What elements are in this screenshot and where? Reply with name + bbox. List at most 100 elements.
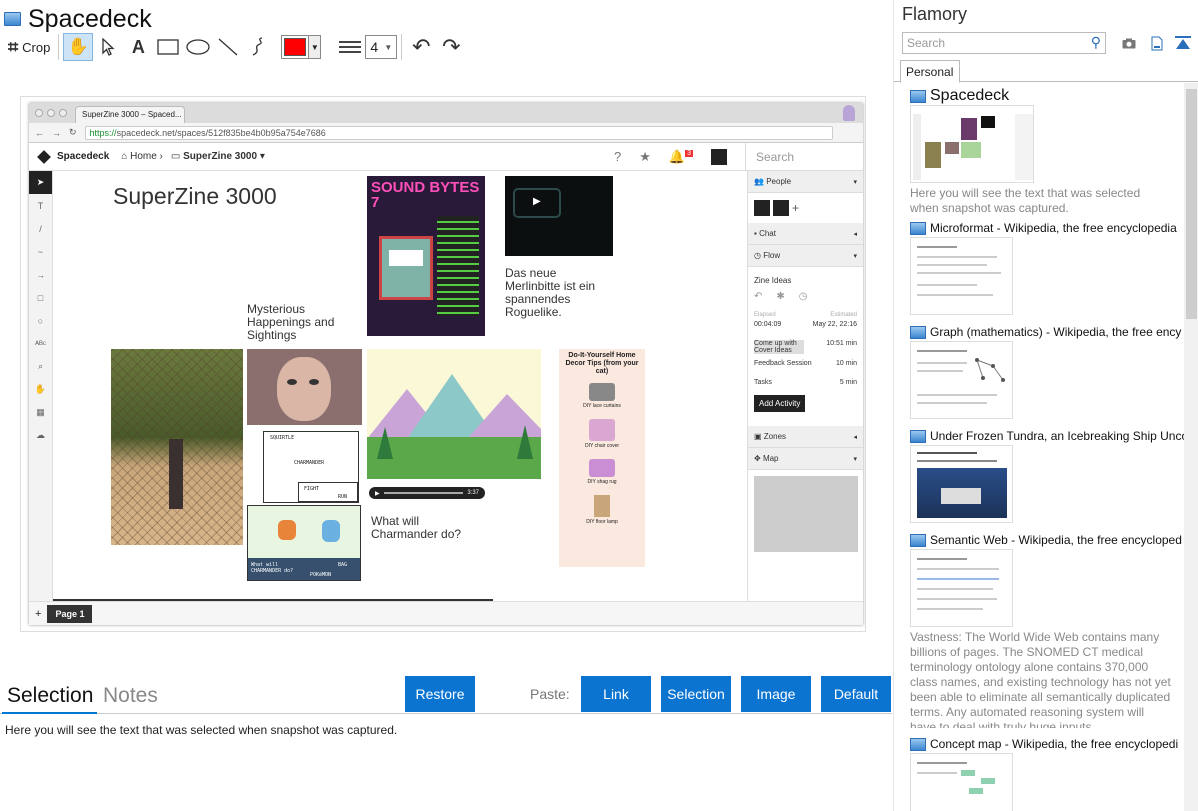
user-avatar-icon <box>843 105 855 121</box>
collapse-top-icon[interactable] <box>1174 34 1192 52</box>
rectangle-icon <box>157 39 179 55</box>
pointer-tool-button[interactable] <box>93 33 123 61</box>
play-icon: ▶ <box>375 490 380 497</box>
line-tool-button[interactable] <box>213 33 243 61</box>
snapshot-thumbnail <box>910 445 1013 523</box>
video-thumbnail: ▶ <box>505 176 613 256</box>
text-merlin: Das neue Merlinbitte ist ein spannendes … <box>505 266 596 319</box>
browser-tab-strip: SuperZine 3000 – Spaced... <box>29 103 863 123</box>
spacedeck-logo-icon <box>37 149 51 164</box>
tab-selection[interactable]: Selection <box>7 684 93 708</box>
snapshot-thumbnail <box>910 753 1013 811</box>
snapshot-title: Spacedeck <box>28 4 152 33</box>
snapshot-thumbnail <box>910 105 1034 183</box>
document-icon[interactable] <box>1148 34 1166 52</box>
tab-notes[interactable]: Notes <box>103 684 158 708</box>
map-icon: ✥ <box>754 454 761 463</box>
snapshot-thumbnail <box>910 549 1013 627</box>
snapshot-list-item[interactable]: Concept map - Wikipedia, the free encycl… <box>910 737 1184 811</box>
page-icon <box>910 221 926 235</box>
paste-label: Paste: <box>530 686 570 702</box>
item-title: Spacedeck <box>930 87 1010 104</box>
zones-icon: ▣ <box>754 432 762 441</box>
page-tab: Page 1 <box>47 604 93 623</box>
panel-flow-header: ◷ Flow ▾ <box>748 245 863 267</box>
grid-tool-icon: ▦ <box>36 407 45 417</box>
paste-default-button[interactable]: Default <box>821 676 891 712</box>
restore-button[interactable]: Restore <box>405 676 475 712</box>
snapshot-list-item[interactable]: Graph (mathematics) - Wikipedia, the fre… <box>910 325 1184 419</box>
page-icon <box>910 89 926 103</box>
hand-tool-button[interactable]: ✋ <box>63 33 94 61</box>
snapshot-list-item[interactable]: Semantic Web - Wikipedia, the free encyc… <box>910 533 1184 728</box>
paste-image-button[interactable]: Image <box>741 676 811 712</box>
paste-selection-button[interactable]: Selection <box>661 676 731 712</box>
url-path: spacedeck.net/spaces/512f835be4b0b95a754… <box>116 127 326 138</box>
paste-link-button[interactable]: Link <box>581 676 651 712</box>
play-icon: ▶ <box>533 196 541 207</box>
minimap <box>754 476 858 552</box>
breadcrumb-home: ⌂ Home › <box>121 151 163 162</box>
selection-notes-bar: Selection Notes Restore Paste: Link Sele… <box>0 676 892 714</box>
crop-button[interactable]: ⌗ Crop <box>4 35 54 60</box>
star-icon: ★ <box>639 148 651 164</box>
people-icon: 👥 <box>754 177 764 186</box>
snapshot-list-scrollbar[interactable] <box>1184 83 1198 811</box>
pokemon-screen-2: What will CHARMANDER do? BAG POKéMON <box>247 505 361 581</box>
scribble-tool-icon: ~ <box>37 246 44 257</box>
annotation-toolbar: ⌗ Crop ✋ A ▼ 4 ▼ ↶ ↷ <box>4 32 484 62</box>
rectangle-tool-button[interactable] <box>153 33 183 61</box>
camera-icon[interactable] <box>1120 34 1138 52</box>
back-icon: ← <box>35 127 44 138</box>
snapshot-thumbnail <box>910 237 1013 315</box>
flamory-window: Spacedeck ⌗ Crop ✋ A ▼ 4 ▼ ↶ ↷ SuperZine… <box>0 0 1198 811</box>
page-icon <box>910 429 926 443</box>
tab-personal[interactable]: Personal <box>900 60 960 83</box>
add-page-icon: + <box>35 607 42 620</box>
panel-map-header: ✥ Map ▾ <box>748 448 863 470</box>
url-field: https://spacedeck.net/spaces/512f835be4b… <box>84 125 833 140</box>
undo-button[interactable]: ↶ <box>406 33 436 61</box>
selection-text[interactable]: Here you will see the text that was sele… <box>5 723 397 737</box>
scrollbar-thumb[interactable] <box>1186 89 1197 319</box>
line-width-select[interactable]: 4 ▼ <box>365 35 398 59</box>
flamory-tab-bar: Personal <box>894 60 1198 83</box>
color-picker[interactable]: ▼ <box>281 35 322 59</box>
chat-icon: ▪ <box>754 229 757 238</box>
chevron-down-icon: ▼ <box>308 36 321 58</box>
ellipse-icon <box>186 39 210 55</box>
url-scheme: https:// <box>89 127 117 138</box>
snapshot-list-item[interactable]: Spacedeck Here you will see the text tha… <box>910 87 1184 216</box>
abc-tool-icon: ᴬᴮᶜ <box>35 338 46 349</box>
zine-title: SuperZine 3000 <box>113 183 277 209</box>
flamory-search-input[interactable]: Search ⚲ <box>902 32 1106 54</box>
redo-button[interactable]: ↷ <box>436 33 466 61</box>
tab-selection-underline <box>2 712 97 714</box>
undo-icon: ↶ <box>412 34 431 59</box>
freehand-tool-button[interactable] <box>243 33 273 61</box>
snapshot-preview[interactable]: SuperZine 3000 – Spaced... ← → ↻ https:/… <box>20 96 866 632</box>
snapshot-list-item[interactable]: Microformat - Wikipedia, the free encycl… <box>910 221 1184 315</box>
crop-label: Crop <box>22 39 51 55</box>
add-activity-button: Add Activity <box>754 395 806 412</box>
search-icon[interactable]: ⚲ <box>1091 34 1101 51</box>
text-tool-button[interactable]: A <box>123 33 153 61</box>
pointer-icon <box>102 38 115 56</box>
snapshot-list-item[interactable]: Under Frozen Tundra, an Icebreaking Ship… <box>910 429 1184 523</box>
decor-tips-poster: Do-It-Yourself Home Decor Tips (from you… <box>559 349 645 567</box>
spacedeck-header-tools: ? ★ 🔔 3 Search <box>614 142 863 171</box>
ellipse-tool-button[interactable] <box>183 33 213 61</box>
freehand-icon <box>253 37 263 56</box>
arrow-tool-icon: → <box>36 269 45 280</box>
line-width-value: 4 <box>370 39 379 55</box>
page-icon <box>910 325 926 339</box>
panel-chat-header: ▪ Chat ◂ <box>748 223 863 245</box>
select-tool-icon: ➤ <box>29 171 52 194</box>
forward-icon: → <box>52 127 61 138</box>
text-mysterious: Mysterious Happenings and Sightings <box>247 302 335 342</box>
clock-icon: ◷ <box>754 251 761 260</box>
spacedeck-side-panel: 👥 People ▾ + ▪ Chat ◂ ◷ Flow ▾ Zine Ideas ↶… <box>747 171 863 601</box>
item-title: Graph (mathematics) - Wikipedia, the fre… <box>930 325 1182 339</box>
browser-address-bar: ← → ↻ https://spacedeck.net/spaces/512f8… <box>29 123 863 143</box>
spacedeck-header: Spacedeck ⌂ Home › ▭ SuperZine 3000 ▾ ? … <box>29 142 863 171</box>
